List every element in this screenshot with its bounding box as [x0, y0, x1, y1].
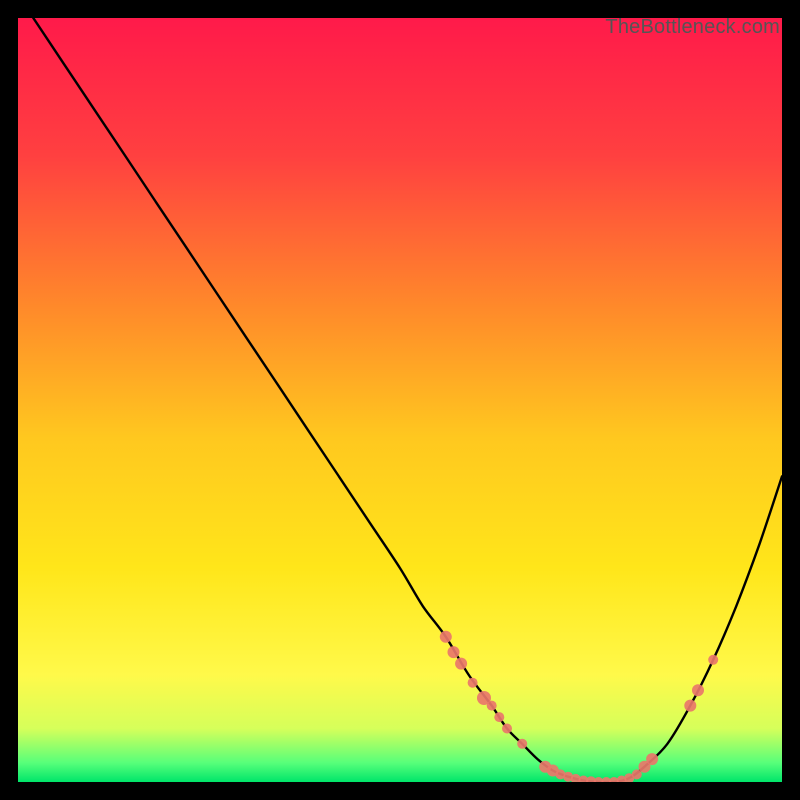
data-marker — [684, 700, 696, 712]
data-marker — [487, 701, 497, 711]
data-marker — [440, 631, 452, 643]
chart-svg — [18, 18, 782, 782]
data-marker — [692, 684, 704, 696]
data-marker — [494, 712, 504, 722]
data-marker — [502, 724, 512, 734]
gradient-background — [18, 18, 782, 782]
data-marker — [517, 739, 527, 749]
data-marker — [455, 658, 467, 670]
data-marker — [468, 678, 478, 688]
data-marker — [708, 655, 718, 665]
watermark-label: TheBottleneck.com — [605, 16, 780, 39]
data-marker — [646, 753, 658, 765]
chart-frame: TheBottleneck.com — [18, 18, 782, 782]
data-marker — [448, 646, 460, 658]
